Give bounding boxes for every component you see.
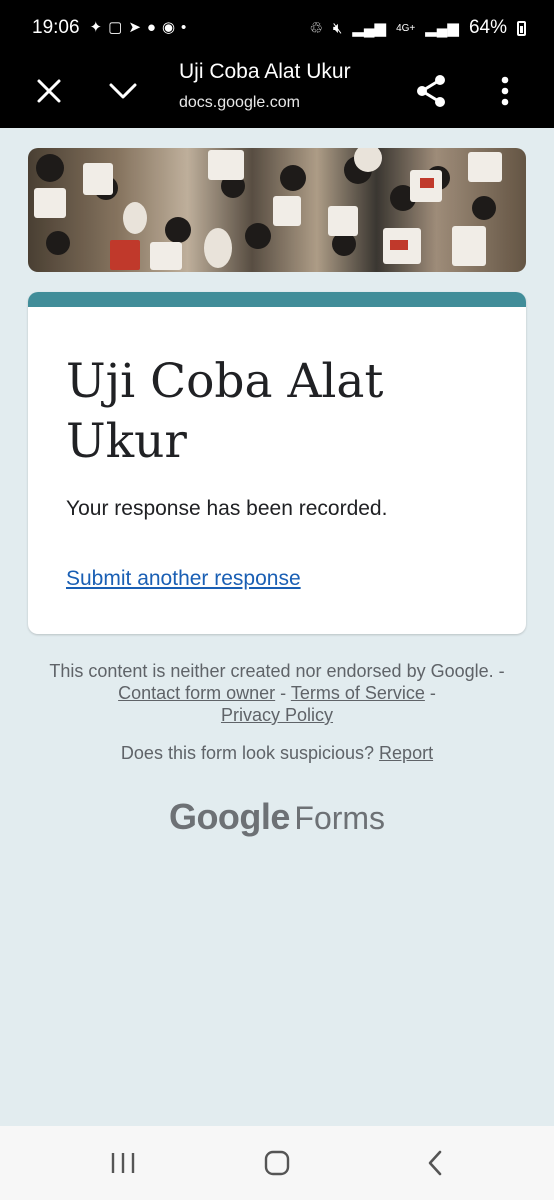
more-options-icon[interactable] (482, 68, 528, 114)
page-url: docs.google.com (179, 94, 300, 111)
form-footer: This content is neither created nor endo… (40, 660, 514, 726)
home-icon[interactable] (252, 1144, 302, 1182)
gemini-icon: ✦ (89, 19, 103, 36)
form-header-image (28, 148, 526, 272)
page-title: Uji Coba Alat Ukur (179, 60, 351, 83)
contact-form-owner-link[interactable]: Contact form owner (118, 683, 275, 703)
battery-icon (517, 20, 526, 36)
pinterest-icon: ● (146, 19, 156, 36)
chevron-down-icon[interactable] (100, 68, 146, 114)
disclaimer-text: This content is neither created nor endo… (49, 661, 494, 681)
telegram-icon: ➤ (128, 19, 141, 36)
battery-percent: 64% (468, 17, 507, 38)
messages-icon: ▢ (108, 19, 123, 36)
suspicious-question: Does this form look suspicious? (120, 743, 375, 763)
status-indicators: ♲ 🔇︎ ▂▄▆ 4G+ ▂▄▆ 64% (309, 17, 526, 39)
report-abuse-line: Does this form look suspicious? Report (40, 743, 514, 764)
confirmation-message: Your response has been recorded. (66, 497, 388, 520)
more-notifications-dot: • (181, 19, 187, 36)
share-icon[interactable] (408, 68, 454, 114)
network-type: 4G+ (396, 22, 416, 34)
separator: - (275, 683, 291, 703)
google-wordmark: Google (168, 796, 291, 837)
google-forms-logo[interactable]: Google Forms (0, 796, 554, 838)
group-photo-illustration (28, 148, 526, 272)
system-navigation-bar (0, 1126, 554, 1200)
status-bar: 19:06 ✦ ▢ ➤ ● ◉ • ♲ 🔇︎ ▂▄▆ 4G+ ▂▄▆ 64% (0, 0, 554, 56)
separator: - (493, 661, 505, 681)
signal-icon: ▂▄▆ (352, 20, 387, 37)
card-accent-bar (28, 292, 526, 307)
close-icon[interactable] (26, 68, 72, 114)
separator: - (424, 683, 436, 703)
back-icon[interactable] (410, 1144, 460, 1182)
form-title: Uji Coba Alat Ukur (66, 354, 384, 469)
account-icon: ◉ (161, 19, 176, 36)
clock: 19:06 (32, 17, 80, 38)
mute-icon: 🔇︎ (332, 19, 343, 37)
browser-toolbar: Uji Coba Alat Ukur docs.google.com (0, 56, 554, 128)
privacy-policy-link[interactable]: Privacy Policy (221, 705, 333, 725)
recent-apps-icon[interactable] (98, 1144, 148, 1182)
recycle-icon: ♲ (309, 20, 323, 37)
submit-another-response-link[interactable]: Submit another response (66, 567, 301, 591)
terms-of-service-link[interactable]: Terms of Service (291, 683, 425, 703)
confirmation-card: Uji Coba Alat Ukur Your response has bee… (28, 292, 526, 634)
report-link[interactable]: Report (379, 743, 433, 763)
signal-icon-2: ▂▄▆ (425, 20, 459, 37)
notification-icons: ✦ ▢ ➤ ● ◉ • (90, 19, 187, 37)
forms-wordmark: Forms (294, 800, 386, 836)
